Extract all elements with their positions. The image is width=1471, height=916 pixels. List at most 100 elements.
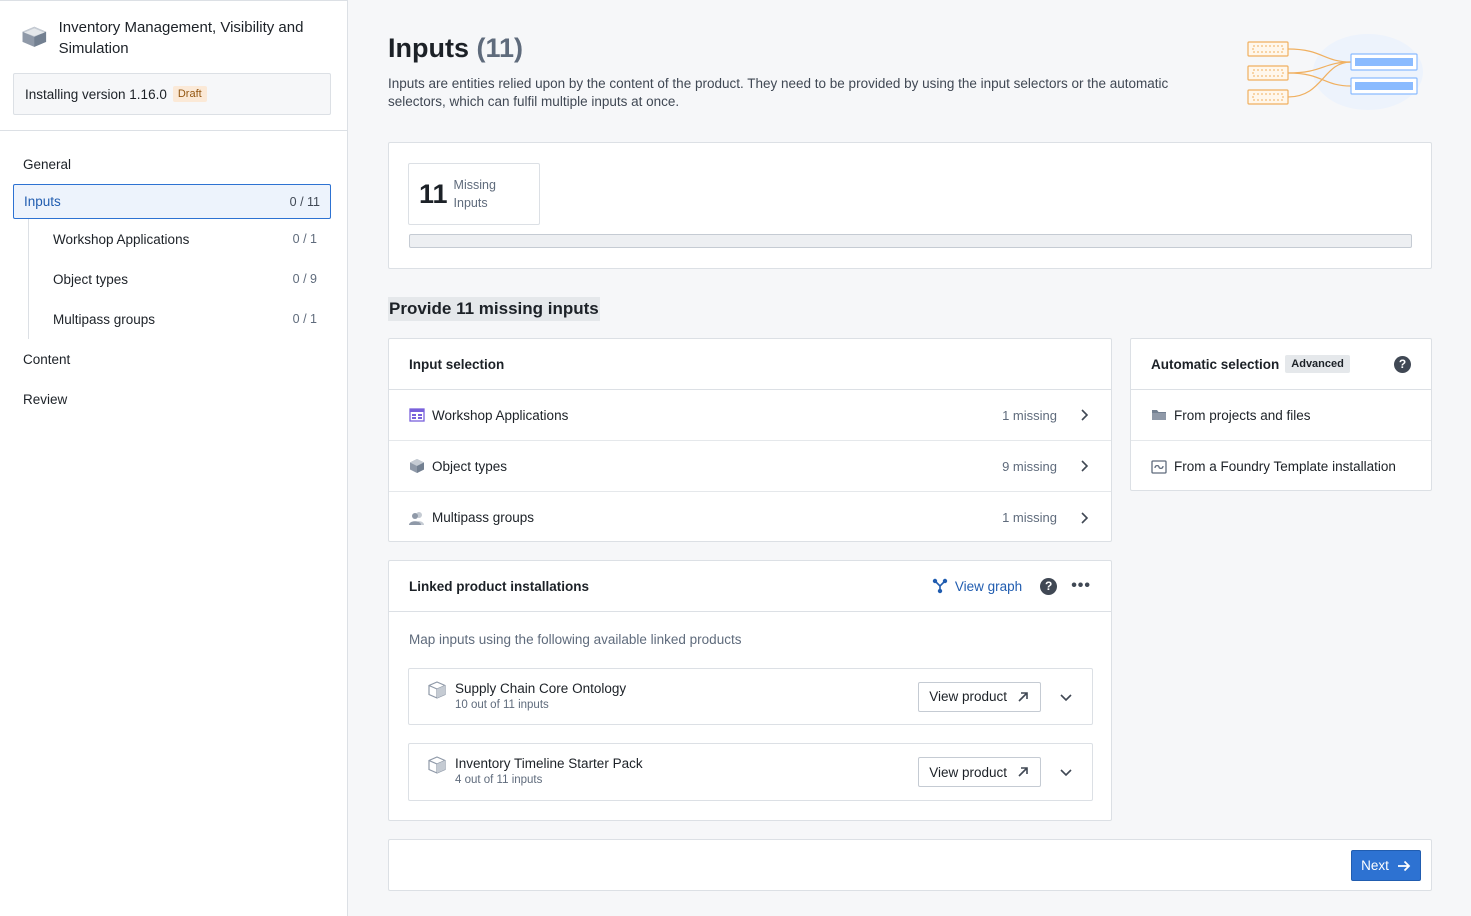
nav-inputs-subitems: Workshop Applications 0 / 1 Object types… <box>28 219 347 339</box>
nav-label: Object types <box>53 271 129 287</box>
input-row-workshop-applications[interactable]: Workshop Applications 1 missing <box>389 390 1111 441</box>
chevron-right-icon <box>1081 511 1089 524</box>
help-icon[interactable]: ? <box>1040 577 1058 595</box>
people-icon <box>409 510 425 526</box>
nav-review[interactable]: Review <box>0 379 347 419</box>
input-row-missing: 1 missing <box>1002 407 1057 423</box>
chevron-down-icon[interactable] <box>1059 690 1073 704</box>
workshop-app-icon <box>409 407 425 423</box>
app-title: Inventory Management, Visibility and Sim… <box>58 19 304 57</box>
nav-content[interactable]: Content <box>0 339 347 379</box>
external-link-icon <box>1018 767 1028 777</box>
chevron-down-icon[interactable] <box>1059 765 1073 779</box>
external-link-icon <box>1018 691 1028 702</box>
section-title: Provide 11 missing inputs <box>388 297 600 321</box>
page-title: Inputs (11) <box>388 33 523 64</box>
help-icon[interactable]: ? <box>1394 355 1411 373</box>
nav-count: 0 / 11 <box>289 194 320 209</box>
missing-inputs-stat: 11 Missing Inputs <box>408 163 540 225</box>
cube-icon <box>409 458 425 474</box>
nav-count: 0 / 1 <box>292 312 317 326</box>
sidebar: Inventory Management, Visibility and Sim… <box>0 0 348 916</box>
draft-badge: Draft <box>172 86 207 102</box>
nav-inputs[interactable]: Inputs 0 / 11 <box>13 184 331 219</box>
auto-row-foundry-template[interactable]: From a Foundry Template installation <box>1131 441 1431 492</box>
nav-object-types[interactable]: Object types 0 / 9 <box>29 259 347 299</box>
linked-product-info: Supply Chain Core Ontology 10 out of 11 … <box>455 681 918 711</box>
input-row-missing: 1 missing <box>1002 510 1057 525</box>
inputs-summary-card: 11 Missing Inputs <box>388 142 1432 269</box>
automatic-selection-title: Automatic selection <box>1151 356 1280 372</box>
linked-products-card: Linked product installations View graph … <box>388 560 1112 821</box>
missing-inputs-label: Missing Inputs <box>454 176 496 212</box>
input-row-label: Workshop Applications <box>432 407 569 423</box>
product-box-icon <box>22 26 47 47</box>
nav-count: 0 / 1 <box>292 232 317 246</box>
page-description: Inputs are entities relied upon by the c… <box>388 76 1169 109</box>
nav-multipass-groups[interactable]: Multipass groups 0 / 1 <box>29 299 347 339</box>
nav-label: Inputs <box>24 194 61 209</box>
chevron-right-icon <box>1081 409 1089 421</box>
sidebar-nav: General Inputs 0 / 11 Workshop Applicati… <box>0 131 347 419</box>
automatic-selection-card: Automatic selection Advanced ? From proj… <box>1130 338 1432 491</box>
input-selection-card: Input selection Workshop Applications 1 … <box>388 338 1112 542</box>
product-box-icon <box>428 681 446 699</box>
nav-label: Review <box>23 391 68 407</box>
inputs-illustration <box>1247 34 1423 110</box>
view-product-button[interactable]: View product <box>918 681 1041 712</box>
view-product-label: View product <box>929 689 1007 704</box>
input-row-missing: 9 missing <box>1002 458 1057 474</box>
input-row-multipass-groups[interactable]: Multipass groups 1 missing <box>389 492 1111 543</box>
inputs-progress-bar <box>409 234 1412 248</box>
nav-label: Multipass groups <box>53 311 156 327</box>
footer-bar: Next <box>388 839 1432 891</box>
nav-count: 0 / 9 <box>292 272 317 286</box>
product-box-icon <box>428 756 446 774</box>
view-product-label: View product <box>929 764 1007 780</box>
template-icon <box>1151 459 1167 475</box>
linked-products-header: Linked product installations View graph … <box>389 561 1111 612</box>
linked-product-row: Supply Chain Core Ontology 10 out of 11 … <box>408 668 1093 725</box>
input-selection-header: Input selection <box>389 339 1111 390</box>
missing-inputs-number: 11 <box>419 178 448 209</box>
page-title-text: Inputs <box>388 33 469 63</box>
more-options-icon[interactable]: ••• <box>1071 577 1091 595</box>
nav-label: Workshop Applications <box>53 231 190 247</box>
auto-row-projects-files[interactable]: From projects and files <box>1131 390 1431 441</box>
missing-label-line2: Inputs <box>453 196 488 210</box>
view-product-button[interactable]: View product <box>918 757 1041 787</box>
next-label: Next <box>1361 858 1389 873</box>
input-row-object-types[interactable]: Object types 9 missing <box>389 441 1111 492</box>
missing-label-line1: Missing <box>453 178 496 192</box>
linked-product-inputs: 4 out of 11 inputs <box>455 774 543 786</box>
automatic-selection-header: Automatic selection Advanced ? <box>1131 339 1431 390</box>
sidebar-header: Inventory Management, Visibility and Sim… <box>0 1 347 73</box>
nav-label: Content <box>23 351 71 367</box>
nav-general[interactable]: General <box>0 144 347 184</box>
version-banner: Installing version 1.16.0 Draft <box>13 73 331 115</box>
folder-icon <box>1151 407 1167 423</box>
version-text: Installing version 1.16.0 <box>25 86 167 102</box>
linked-product-name: Supply Chain Core Ontology <box>455 681 627 696</box>
input-selection-title: Input selection <box>409 356 505 372</box>
graph-icon <box>932 578 948 594</box>
page-title-count: (11) <box>476 33 524 63</box>
view-graph-link[interactable]: View graph <box>932 578 1022 594</box>
linked-product-info: Inventory Timeline Starter Pack 4 out of… <box>455 756 918 786</box>
chevron-right-icon <box>1081 460 1089 472</box>
linked-product-row: Inventory Timeline Starter Pack 4 out of… <box>408 743 1093 801</box>
linked-product-inputs: 10 out of 11 inputs <box>455 699 549 711</box>
advanced-badge: Advanced <box>1285 355 1350 373</box>
arrow-right-icon <box>1397 860 1411 871</box>
view-graph-label: View graph <box>954 578 1023 594</box>
nav-workshop-applications[interactable]: Workshop Applications 0 / 1 <box>29 219 347 259</box>
input-row-label: Object types <box>432 458 508 474</box>
map-inputs-text: Map inputs using the following available… <box>409 632 742 647</box>
auto-row-label: From projects and files <box>1174 407 1311 423</box>
nav-label: General <box>23 156 72 172</box>
linked-product-name: Inventory Timeline Starter Pack <box>455 756 643 771</box>
input-row-label: Multipass groups <box>432 510 535 525</box>
next-button[interactable]: Next <box>1351 850 1421 881</box>
linked-products-title: Linked product installations <box>409 578 590 594</box>
auto-row-label: From a Foundry Template installation <box>1174 459 1396 474</box>
